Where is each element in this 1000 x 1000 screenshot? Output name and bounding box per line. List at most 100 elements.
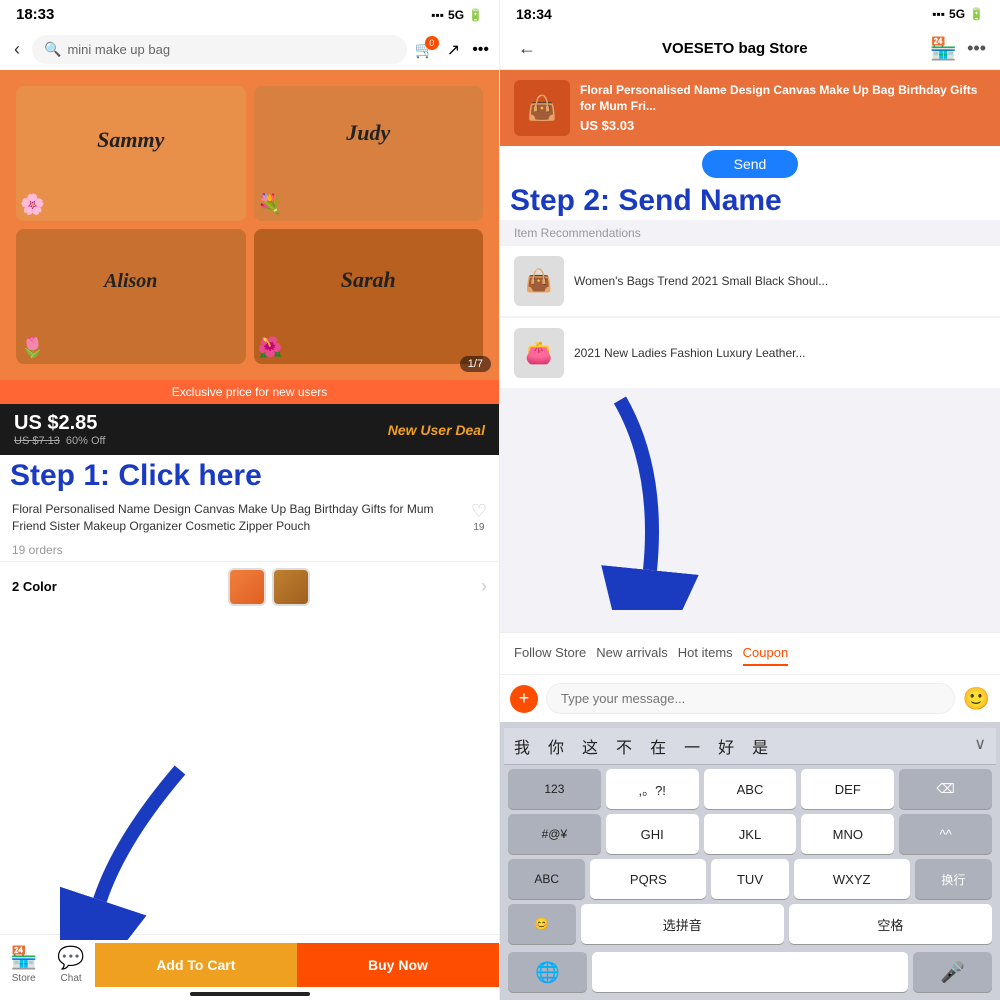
wishlist-button[interactable]: ♡ 19 [471, 501, 487, 533]
rec-item-1[interactable]: 👜 Women's Bags Trend 2021 Small Black Sh… [500, 246, 1000, 316]
orders-text: 19 orders [0, 539, 499, 561]
left-status-icons: ▪▪▪ 5G 🔋 [431, 8, 483, 22]
suggestion-1[interactable]: 我 [514, 734, 530, 758]
battery-icon: 🔋 [468, 8, 483, 22]
left-status-bar: 18:33 ▪▪▪ 5G 🔋 [0, 0, 499, 29]
right-more-icon[interactable]: ••• [967, 38, 986, 59]
suggestion-6[interactable]: 一 [684, 734, 700, 758]
step1-arrow [60, 740, 220, 940]
quick-follow-store[interactable]: Follow Store [514, 641, 586, 666]
key-mno[interactable]: MNO [801, 814, 894, 854]
keyboard-row-2: #@¥ GHI JKL MNO ^^ [508, 814, 992, 854]
recommendations-label: Item Recommendations [500, 220, 1000, 246]
share-icon[interactable]: ↗ [447, 40, 460, 60]
key-globe[interactable]: 🌐 [508, 952, 587, 992]
key-backspace[interactable]: ⌫ [899, 769, 992, 809]
search-icon: 🔍 [44, 41, 61, 58]
right-status-bar: 18:34 ▪▪▪ 5G 🔋 [500, 0, 1000, 28]
message-input-row: + 🙂 [500, 674, 1000, 722]
key-def[interactable]: DEF [801, 769, 894, 809]
quick-actions-bar: Follow Store New arrivals Hot items Coup… [500, 632, 1000, 674]
store-title: VOESETO bag Store [550, 40, 920, 57]
right-top-bar: ← VOESETO bag Store 🏪 ••• [500, 28, 1000, 70]
key-abc[interactable]: ABC [704, 769, 797, 809]
keyboard-area: 我 你 这 不 在 一 好 是 ∨ 123 ,。?! ABC DEF ⌫ #@¥… [500, 722, 1000, 1000]
store-tab[interactable]: 🏪 Store [0, 941, 47, 988]
right-signal-icon: ▪▪▪ [932, 7, 945, 21]
step2-instruction: Step 2: Send Name [500, 182, 1000, 220]
key-special[interactable]: #@¥ [508, 814, 601, 854]
search-box[interactable]: 🔍 mini make up bag [32, 35, 407, 64]
keyboard-suggestions: 我 你 这 不 在 一 好 是 ∨ [504, 728, 996, 765]
home-indicator [190, 992, 310, 996]
suggestion-5[interactable]: 在 [650, 734, 666, 758]
bag-name-1: Sammy [97, 127, 164, 153]
key-jkl[interactable]: JKL [704, 814, 797, 854]
bag-item-1: 🌸 Sammy [16, 86, 246, 221]
image-counter: 1/7 [460, 356, 491, 372]
key-pinyin[interactable]: 选拼音 [581, 904, 784, 944]
price-row: US $2.85 US $7.13 60% Off New User Deal [0, 404, 499, 455]
plus-button[interactable]: + [510, 685, 538, 713]
color-label: 2 Color [12, 579, 57, 594]
suggestion-7[interactable]: 好 [718, 734, 734, 758]
send-button[interactable]: Send [702, 150, 799, 178]
key-tuv[interactable]: TUV [711, 859, 788, 899]
add-to-cart-button[interactable]: Add To Cart [95, 943, 297, 987]
message-input[interactable] [546, 683, 955, 714]
key-ghi[interactable]: GHI [606, 814, 699, 854]
quick-new-arrivals[interactable]: New arrivals [596, 641, 668, 666]
key-space-main[interactable] [592, 952, 908, 992]
product-promo-card[interactable]: 👜 Floral Personalised Name Design Canvas… [500, 70, 1000, 146]
key-abc2[interactable]: ABC [508, 859, 585, 899]
quick-coupon[interactable]: Coupon [743, 641, 789, 666]
key-space[interactable]: 空格 [789, 904, 992, 944]
step1-instruction: Step 1: Click here [0, 455, 499, 497]
rec-text-1: Women's Bags Trend 2021 Small Black Shou… [574, 273, 828, 290]
key-pqrs[interactable]: PQRS [590, 859, 706, 899]
rec-item-2[interactable]: 👛 2021 New Ladies Fashion Luxury Leather… [500, 318, 1000, 388]
expand-icon[interactable]: ∨ [974, 734, 986, 758]
wishlist-count: 19 [473, 522, 484, 533]
promo-price: US $3.03 [580, 118, 986, 133]
chat-tab[interactable]: 💬 Chat [47, 941, 94, 988]
suggestion-3[interactable]: 这 [582, 734, 598, 758]
product-image-container: 🌸 Sammy 💐 Judy 🌷 Alison 🌺 Sarah 1/7 [0, 70, 499, 380]
keyboard-rows: 123 ,。?! ABC DEF ⌫ #@¥ GHI JKL MNO ^^ AB… [504, 765, 996, 948]
suggestion-2[interactable]: 你 [548, 734, 564, 758]
key-enter[interactable]: 换行 [915, 859, 992, 899]
buy-now-button[interactable]: Buy Now [297, 943, 499, 987]
right-back-button[interactable]: ← [514, 34, 540, 63]
promo-thumbnail: 👜 [514, 80, 570, 136]
chat-area: Item Recommendations 👜 Women's Bags Tren… [500, 220, 1000, 632]
quick-hot-items[interactable]: Hot items [678, 641, 733, 666]
right-battery-icon: 🔋 [969, 7, 984, 21]
key-caret[interactable]: ^^ [899, 814, 992, 854]
color-swatch-1[interactable] [228, 568, 266, 606]
key-punct[interactable]: ,。?! [606, 769, 699, 809]
right-status-icons: ▪▪▪ 5G 🔋 [932, 7, 984, 21]
key-123[interactable]: 123 [508, 769, 601, 809]
bag-name-3: Alison [104, 270, 157, 293]
cart-icon-wrap[interactable]: 🛒 0 [415, 40, 435, 60]
key-emoji[interactable]: 😊 [508, 904, 576, 944]
product-title: Floral Personalised Name Design Canvas M… [12, 501, 461, 535]
key-wxyz[interactable]: WXYZ [794, 859, 910, 899]
emoji-button[interactable]: 🙂 [963, 686, 990, 712]
color-swatch-2[interactable] [272, 568, 310, 606]
exclusive-bar: Exclusive price for new users [0, 380, 499, 404]
bag-name-4: Sarah [341, 267, 396, 293]
product-title-row: Floral Personalised Name Design Canvas M… [0, 497, 499, 539]
chevron-right-icon: › [481, 576, 487, 597]
more-icon[interactable]: ••• [472, 41, 489, 59]
key-mic[interactable]: 🎤 [913, 952, 992, 992]
right-panel: 18:34 ▪▪▪ 5G 🔋 ← VOESETO bag Store 🏪 •••… [500, 0, 1000, 1000]
search-input[interactable]: mini make up bag [67, 42, 170, 57]
flowers-icon-1: 🌸 [20, 192, 45, 217]
suggestion-4[interactable]: 不 [616, 734, 632, 758]
suggestion-8[interactable]: 是 [752, 734, 768, 758]
store-shop-icon[interactable]: 🏪 [930, 36, 957, 62]
send-button-wrap: Send [500, 146, 1000, 182]
network-label: 5G [448, 8, 464, 22]
back-button[interactable]: ‹ [10, 35, 24, 64]
